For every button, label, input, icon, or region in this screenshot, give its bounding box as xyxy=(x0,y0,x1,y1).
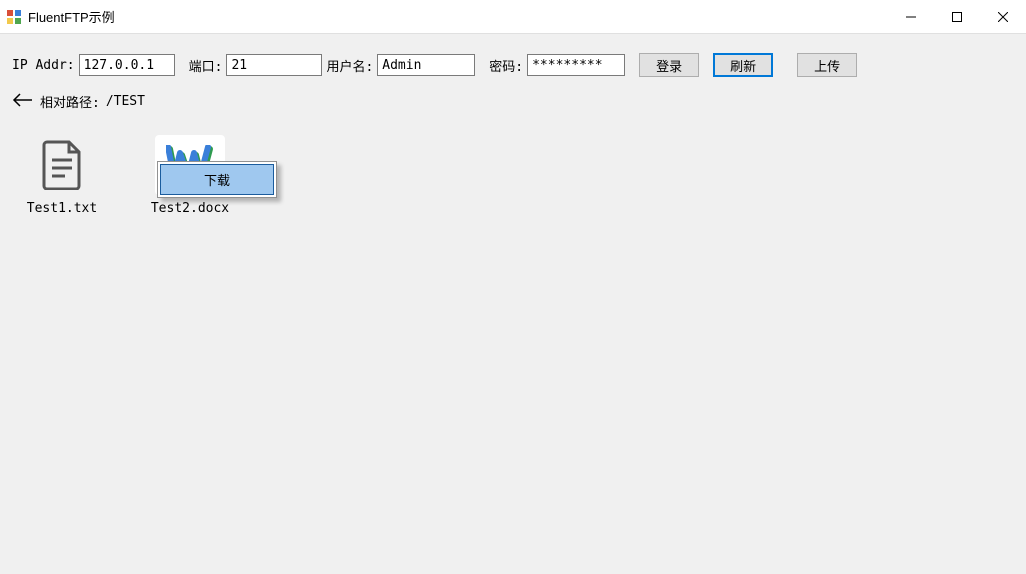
upload-button[interactable]: 上传 xyxy=(797,53,857,77)
ip-input[interactable] xyxy=(79,54,175,76)
refresh-button[interactable]: 刷新 xyxy=(713,53,773,77)
context-menu-download[interactable]: 下载 xyxy=(160,164,274,195)
file-name: Test2.docx xyxy=(151,201,229,216)
title-bar: FluentFTP示例 xyxy=(0,0,1026,34)
path-label: 相对路径: xyxy=(40,92,100,111)
context-menu: 下载 xyxy=(157,161,277,198)
pass-label: 密码: xyxy=(489,56,523,75)
path-value: /TEST xyxy=(106,94,145,109)
window-title: FluentFTP示例 xyxy=(28,7,888,26)
app-icon xyxy=(6,9,22,25)
pass-input[interactable] xyxy=(527,54,625,76)
maximize-button[interactable] xyxy=(934,0,980,33)
back-arrow-icon[interactable] xyxy=(12,93,34,111)
file-item[interactable]: Test1.txt xyxy=(18,135,106,216)
window-controls xyxy=(888,0,1026,33)
close-button[interactable] xyxy=(980,0,1026,33)
port-input[interactable] xyxy=(226,54,322,76)
minimize-button[interactable] xyxy=(888,0,934,33)
client-area: IP Addr: 端口: 用户名: 密码: 登录 刷新 上传 相对路径: /TES… xyxy=(0,34,1026,574)
text-file-icon xyxy=(27,135,97,195)
connection-toolbar: IP Addr: 端口: 用户名: 密码: 登录 刷新 上传 xyxy=(12,52,1014,78)
file-name: Test1.txt xyxy=(27,201,97,216)
port-label: 端口: xyxy=(189,56,223,75)
user-label: 用户名: xyxy=(326,56,373,75)
user-input[interactable] xyxy=(377,54,475,76)
login-button[interactable]: 登录 xyxy=(639,53,699,77)
path-row: 相对路径: /TEST xyxy=(12,92,1014,111)
ip-label: IP Addr: xyxy=(12,58,75,73)
